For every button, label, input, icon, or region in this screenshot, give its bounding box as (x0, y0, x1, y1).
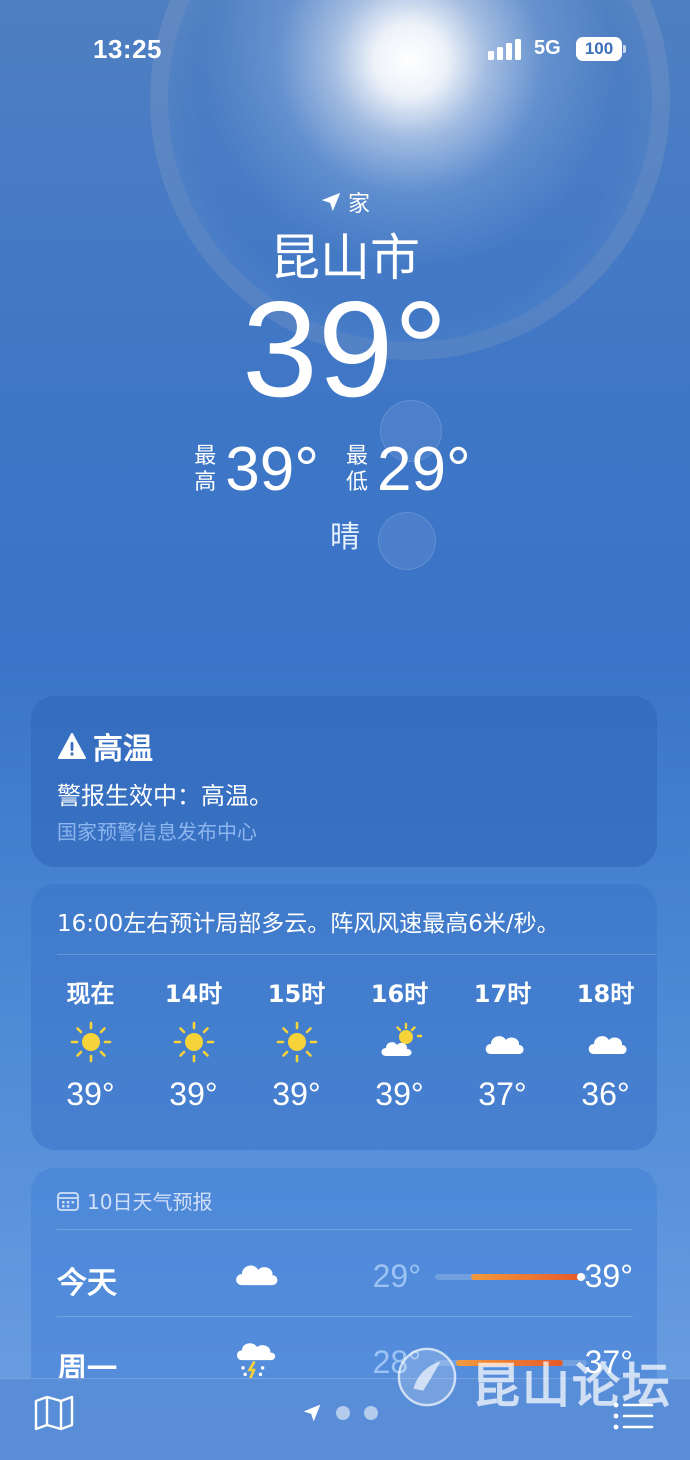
hour-temperature: 39° (66, 1076, 115, 1112)
day-row: 今天 29° 39° (57, 1234, 633, 1320)
hour-label: 15时 (267, 980, 326, 1008)
map-icon[interactable] (34, 1395, 74, 1431)
sun-icon (70, 1021, 111, 1063)
low-temperature: 29° (377, 435, 471, 504)
day-label: 今天 (57, 1266, 117, 1301)
watermark: 昆山论坛 (396, 1338, 686, 1418)
hour-item: 18时 36° (554, 974, 657, 1113)
cloud-icon (485, 1036, 523, 1054)
thunderstorm-icon (237, 1343, 276, 1379)
alert-title-row: 高温 (57, 724, 153, 768)
hour-label: 17时 (473, 980, 532, 1008)
warning-icon (58, 733, 86, 759)
status-time: 13:25 (93, 34, 162, 64)
daily-title: 10日天气预报 (87, 1190, 213, 1214)
battery-tip (623, 45, 626, 53)
cloud-icon (588, 1036, 626, 1054)
low-label: 最低 (345, 443, 368, 495)
weather-condition: 晴 (330, 520, 360, 555)
hourly-list: 现在 39° 14时 39° 15时 39° 16时 39° 17时 37° 1… (39, 974, 657, 1113)
location-arrow-icon (303, 1404, 321, 1422)
hour-item: 现在 39° (39, 974, 142, 1113)
network-type: 5G (534, 37, 561, 59)
watermark-text: 昆山论坛 (472, 1358, 673, 1414)
hour-label: 现在 (66, 980, 115, 1008)
hour-item: 16时 39° (348, 974, 451, 1113)
hour-label: 18时 (576, 980, 635, 1008)
signal-icon (488, 39, 521, 60)
hourly-forecast-card[interactable]: 16:00左右预计局部多云。阵风风速最高6米/秒。 现在 39° 14时 39°… (31, 884, 657, 1150)
high-temperature: 39° (225, 435, 319, 504)
sun-icon (173, 1021, 214, 1063)
location-row: 家 (0, 186, 690, 218)
divider (57, 1229, 633, 1230)
location-arrow-icon (321, 192, 341, 212)
hour-item: 17时 37° (451, 974, 554, 1113)
page-dot (364, 1406, 378, 1420)
hour-temperature: 39° (375, 1076, 424, 1112)
alert-source[interactable]: 国家预警信息发布中心 (57, 816, 257, 845)
hour-temperature: 39° (169, 1076, 218, 1112)
forum-logo-icon (397, 1347, 457, 1407)
page-indicator[interactable] (302, 1403, 378, 1423)
alert-title: 高温 (93, 732, 153, 767)
day-high: 39° (584, 1258, 633, 1294)
alert-card[interactable]: 高温 警报生效中：高温。 国家预警信息发布中心 (31, 696, 657, 867)
hour-temperature: 36° (581, 1076, 630, 1112)
status-bar: 13:25 5G 100 (0, 0, 690, 100)
page-dot (336, 1406, 350, 1420)
hour-temperature: 39° (272, 1076, 321, 1112)
hour-temperature: 37° (478, 1076, 527, 1112)
calendar-icon (57, 1191, 79, 1211)
day-low: 29° (372, 1258, 421, 1294)
hour-label: 16时 (370, 980, 429, 1008)
battery-indicator: 100 (576, 37, 622, 61)
divider (57, 954, 657, 955)
location-label: 家 (347, 192, 370, 217)
divider (57, 1316, 633, 1317)
current-temperature: 39° (242, 273, 448, 425)
hourly-summary: 16:00左右预计局部多云。阵风风速最高6米/秒。 (57, 911, 560, 937)
high-low-row: 最高 39° 最低 29° (0, 434, 690, 505)
hour-item: 15时 39° (245, 974, 348, 1113)
high-label: 最高 (194, 443, 217, 495)
partly-cloudy-icon (381, 1022, 422, 1056)
sun-icon (276, 1021, 317, 1063)
hour-label: 14时 (164, 980, 223, 1008)
cloud-icon (236, 1265, 278, 1286)
daily-title-row: 10日天气预报 (57, 1186, 212, 1215)
alert-text: 警报生效中：高温。 (57, 782, 273, 810)
hour-item: 14时 39° (142, 974, 245, 1113)
